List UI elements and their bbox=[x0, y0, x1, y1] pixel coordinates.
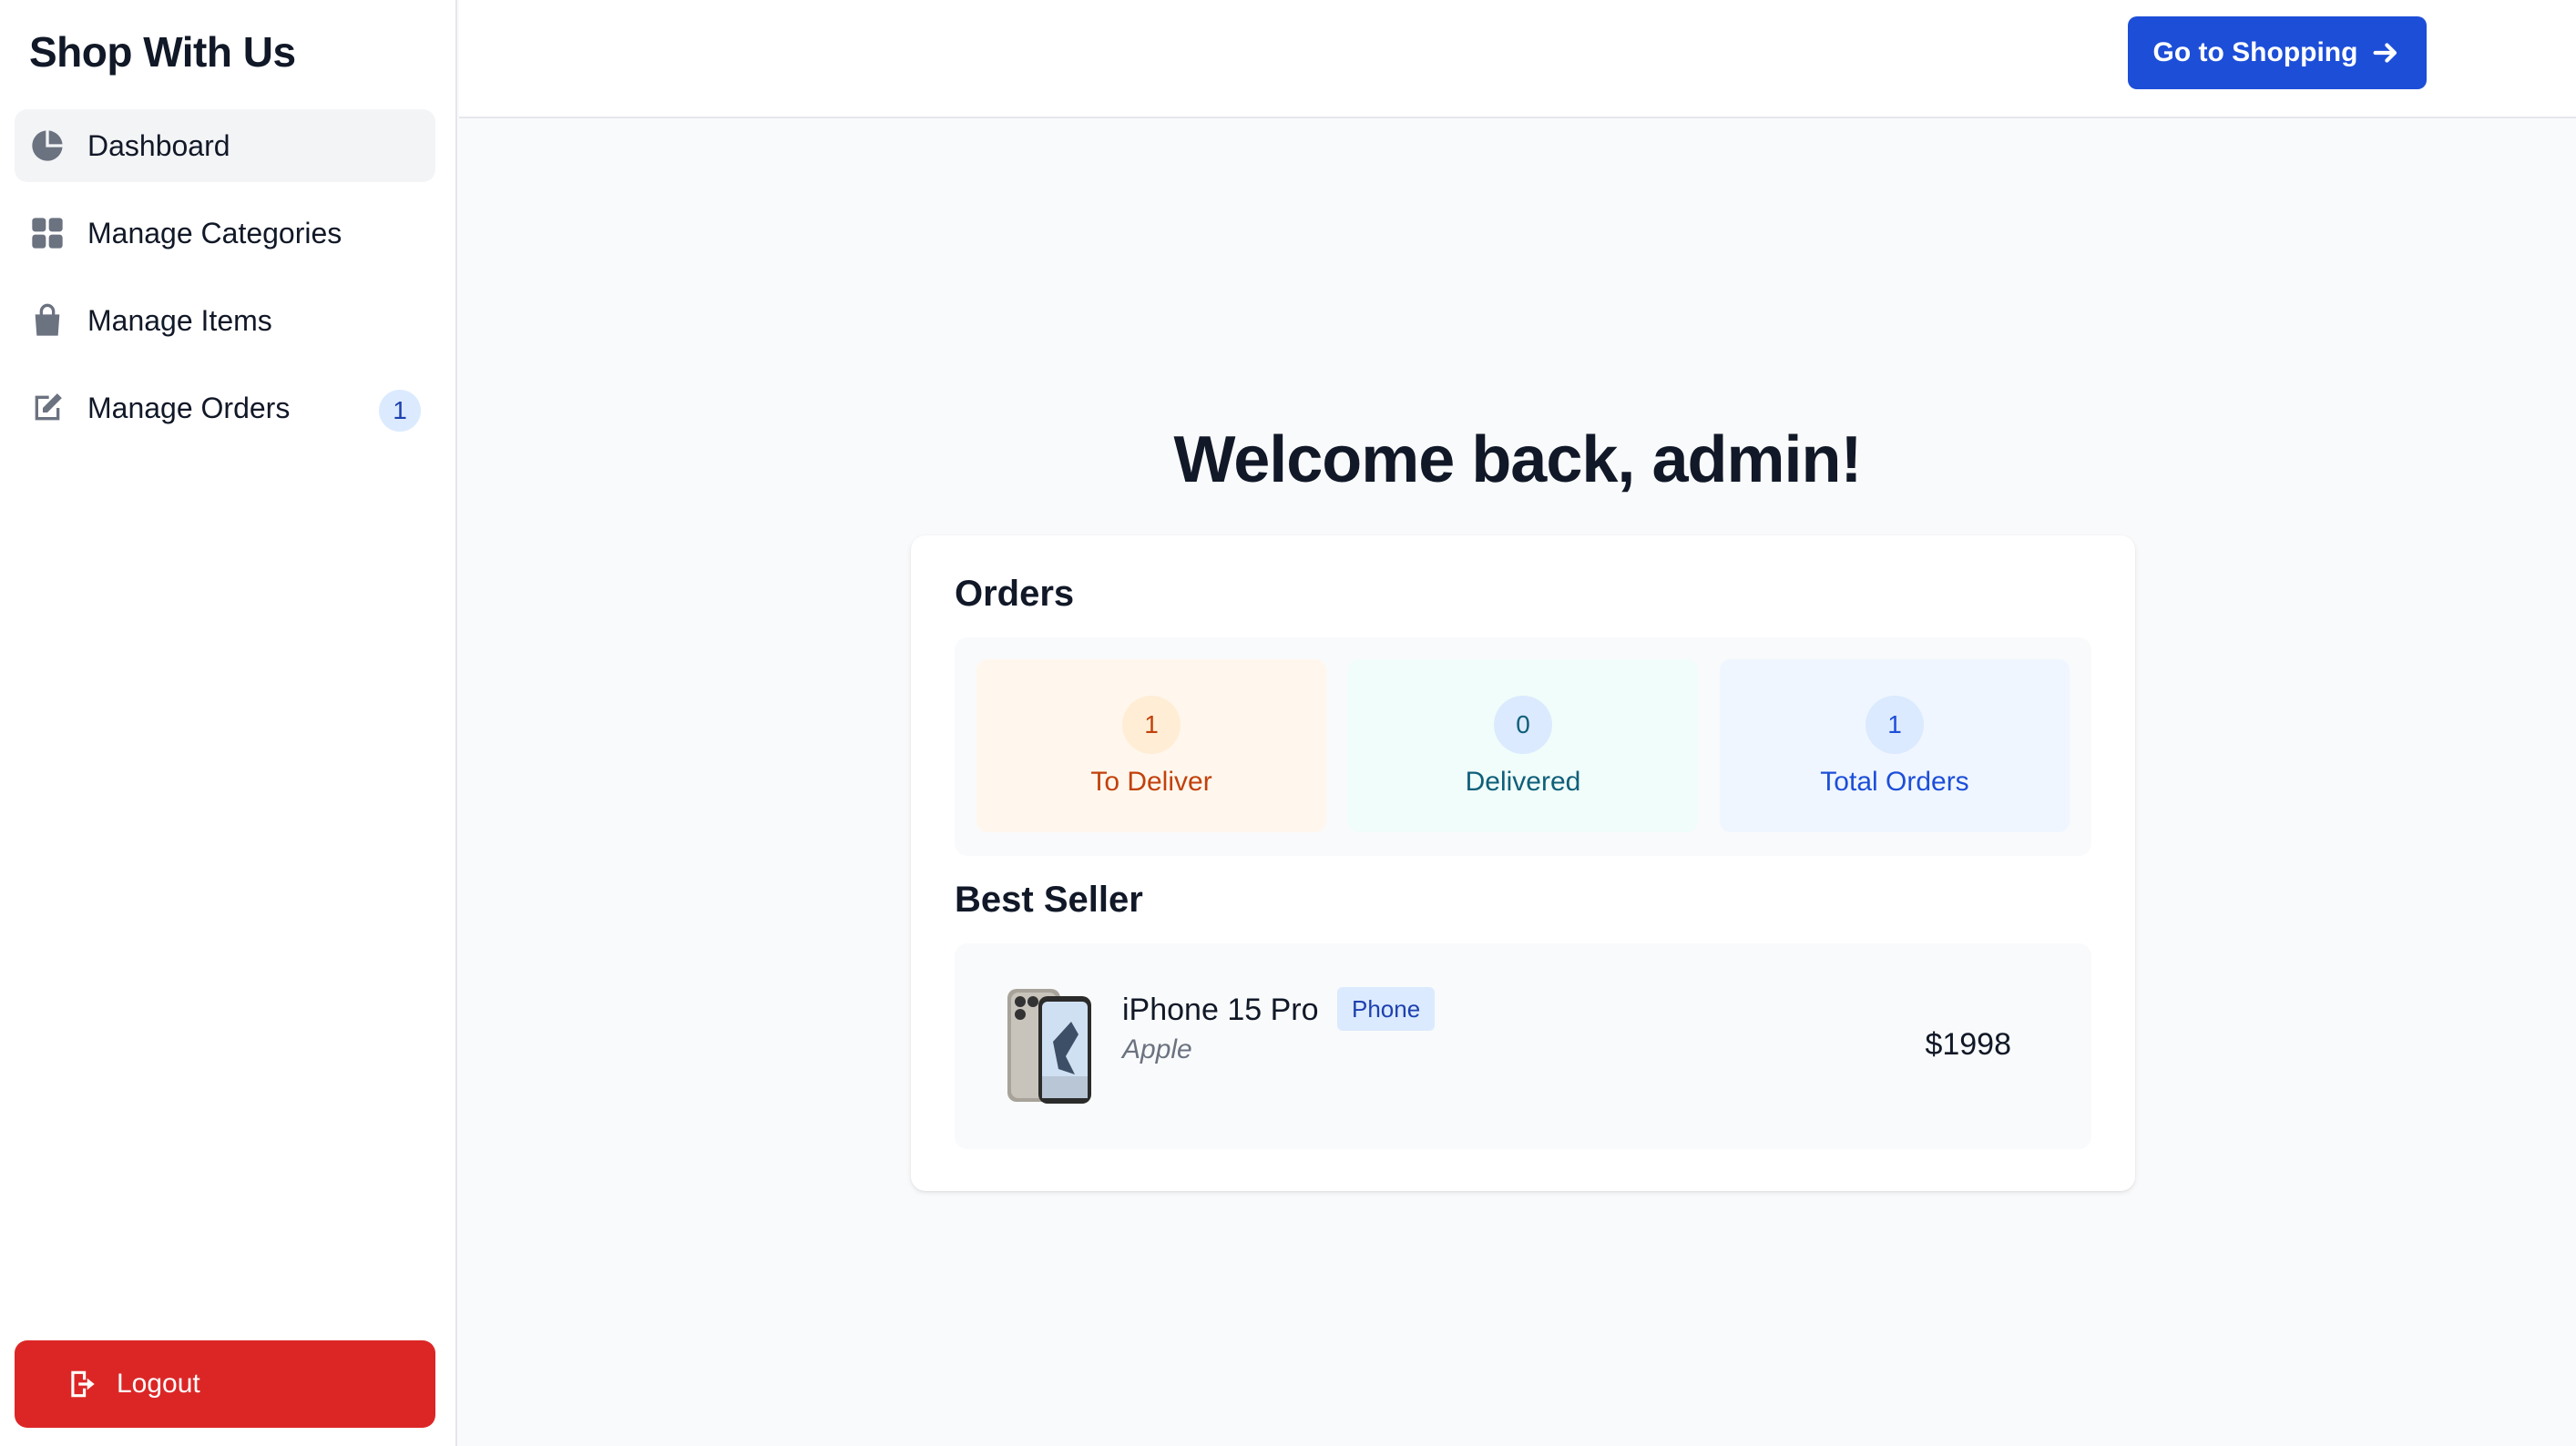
edit-document-icon bbox=[29, 390, 66, 426]
product-price: $1998 bbox=[1925, 1027, 2011, 1062]
dashboard-card: Orders 1 To Deliver 0 Delivered 1 Total … bbox=[911, 535, 2135, 1191]
best-seller-item[interactable]: iPhone 15 Pro Apple Phone $1998 bbox=[955, 943, 2091, 1149]
sidebar-item-label: Manage Items bbox=[87, 303, 272, 337]
product-brand: Apple bbox=[1122, 1034, 1192, 1064]
orders-count-badge: 1 bbox=[379, 390, 421, 432]
sidebar-item-label: Manage Orders bbox=[87, 391, 291, 424]
stat-delivered[interactable]: 0 Delivered bbox=[1348, 659, 1698, 832]
stat-label: Total Orders bbox=[1820, 767, 1969, 797]
stat-label: Delivered bbox=[1465, 767, 1581, 797]
sidebar-item-label: Manage Categories bbox=[87, 216, 342, 249]
sidebar-item-manage-categories[interactable]: Manage Categories bbox=[15, 197, 435, 270]
top-bar: Go to Shopping bbox=[459, 0, 2576, 118]
logout-button[interactable]: Logout bbox=[15, 1340, 435, 1428]
sidebar-item-manage-orders[interactable]: Manage Orders 1 bbox=[15, 372, 435, 444]
stat-to-deliver[interactable]: 1 To Deliver bbox=[976, 659, 1326, 832]
sidebar-nav: Dashboard Manage Categories Manage Items… bbox=[15, 109, 435, 459]
go-to-shopping-label: Go to Shopping bbox=[2152, 37, 2358, 67]
sidebar-item-manage-items[interactable]: Manage Items bbox=[15, 284, 435, 357]
welcome-heading: Welcome back, admin! bbox=[1173, 423, 1863, 496]
app-root: Shop With Us Dashboard Manage Categories… bbox=[0, 0, 2576, 1446]
product-image bbox=[1007, 989, 1091, 1104]
brand-title: Shop With Us bbox=[29, 28, 296, 76]
pie-chart-icon bbox=[29, 127, 66, 164]
order-stats: 1 To Deliver 0 Delivered 1 Total Orders bbox=[955, 637, 2091, 856]
arrow-right-icon bbox=[2374, 43, 2397, 63]
stat-total-orders[interactable]: 1 Total Orders bbox=[1720, 659, 2070, 832]
stat-value: 1 bbox=[1866, 696, 1924, 754]
sidebar-item-label: Dashboard bbox=[87, 128, 230, 162]
go-to-shopping-button[interactable]: Go to Shopping bbox=[2128, 16, 2427, 89]
product-name: iPhone 15 Pro bbox=[1122, 993, 1319, 1027]
best-seller-title: Best Seller bbox=[955, 880, 1143, 920]
orders-section-title: Orders bbox=[955, 574, 1075, 614]
stat-value: 1 bbox=[1122, 696, 1181, 754]
logout-label: Logout bbox=[117, 1369, 200, 1399]
sidebar-item-dashboard[interactable]: Dashboard bbox=[15, 109, 435, 182]
logout-icon bbox=[71, 1370, 95, 1398]
stat-value: 0 bbox=[1494, 696, 1552, 754]
sidebar: Shop With Us Dashboard Manage Categories… bbox=[0, 0, 457, 1446]
stat-label: To Deliver bbox=[1090, 767, 1212, 797]
grid-icon bbox=[29, 215, 66, 251]
shopping-bag-icon bbox=[29, 302, 66, 339]
product-category-badge: Phone bbox=[1337, 987, 1436, 1031]
